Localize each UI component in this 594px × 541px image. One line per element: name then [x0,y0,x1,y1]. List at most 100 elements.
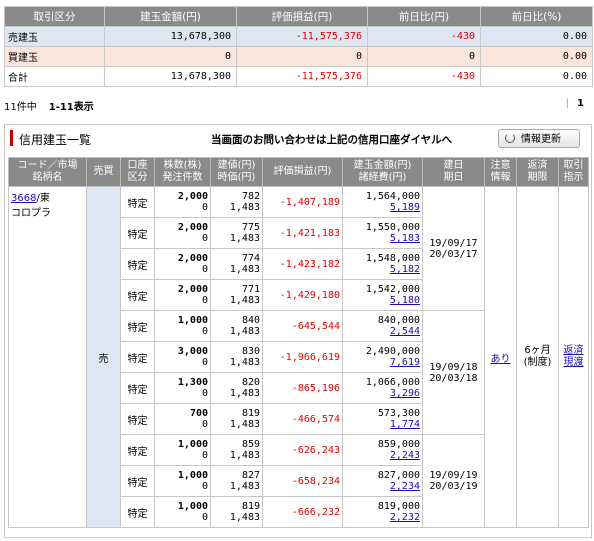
position-amount: 1,550,000 [365,222,420,233]
header-side-l1: 売買 [93,166,114,177]
quantity: 3,000 [177,346,208,357]
quantity: 2,000 [177,222,208,233]
amount-cell: 1,066,000 3,296 [342,372,423,404]
quantity: 1,000 [177,315,208,326]
expense-link[interactable]: 5,189 [390,202,420,213]
amount-cell: 1,550,000 5,183 [342,217,423,249]
pager-current-page[interactable]: 1 [577,98,584,109]
unrealized-pl: -466,574 [262,403,343,435]
order-count: 0 [201,388,208,399]
date-group: 19/09/19 20/03/19 [422,434,485,528]
due-date: 20/03/19 [429,481,478,492]
quantity: 2,000 [177,253,208,264]
summary-label: 合計 [4,66,105,87]
expense-link[interactable]: 3,296 [390,388,420,399]
detail-header-row: コード／市場 銘柄名 売買 口座 区分 株数(株) 発注件数 建値(円) 時価(円) 評… [8,157,589,187]
expense-link[interactable]: 5,180 [390,295,420,306]
expense-link[interactable]: 2,232 [390,512,420,523]
summary-label: 売建玉 [4,26,105,47]
price-cell: 840 1,483 [210,310,263,342]
price-cell: 830 1,483 [210,341,263,373]
stock-cell: 3668/東 コロプラ [8,186,87,528]
unrealized-pl: -1,966,619 [262,341,343,373]
repay-link[interactable]: 返済 [564,345,584,356]
header-pl: 評価損益(円) [262,157,343,187]
account-type: 特定 [120,434,155,466]
expense-link[interactable]: 2,234 [390,481,420,492]
delivery-link[interactable]: 現渡 [564,357,584,368]
qty-cell: 2,000 0 [154,248,211,280]
header-price: 建値(円) 時価(円) [210,157,263,187]
price-cell: 819 1,483 [210,496,263,528]
header-caution: 注意 情報 [484,157,517,187]
summary-pl: -11,575,376 [236,66,368,87]
summary-header-pct: 前日比(%) [480,6,593,27]
header-acct-l1: 口座 [127,160,148,171]
panel-header: 信用建玉一覧 当画面のお問い合わせは上記の信用口座ダイヤルへ 情報更新 [5,125,591,154]
expense-link[interactable]: 5,183 [390,233,420,244]
qty-cell: 1,000 0 [154,465,211,497]
qty-cell: 700 0 [154,403,211,435]
caution-link[interactable]: あり [491,354,511,365]
unrealized-pl: -1,407,189 [262,186,343,218]
qty-cell: 1,000 0 [154,496,211,528]
expense-link[interactable]: 1,774 [390,419,420,430]
margin-position-panel: 信用建玉一覧 当画面のお問い合わせは上記の信用口座ダイヤルへ 情報更新 コード／… [4,124,592,538]
amount-cell: 859,000 2,243 [342,434,423,466]
order-count: 0 [201,512,208,523]
entry-price: 830 [241,346,260,357]
amount-cell: 819,000 2,232 [342,496,423,528]
refresh-button-label: 情報更新 [521,134,561,145]
position-amount: 819,000 [377,501,420,512]
position-amount: 840,000 [377,315,420,326]
price-cell: 819 1,483 [210,403,263,435]
action-cell: 返済 現渡 [558,186,589,528]
header-acct-l2: 区分 [127,172,148,183]
refresh-button[interactable]: 情報更新 [498,129,580,148]
header-amount-l1: 建玉金額(円) [353,160,412,171]
summary-diff: -430 [367,26,481,47]
price-cell: 859 1,483 [210,434,263,466]
quantity: 1,000 [177,439,208,450]
summary-label: 買建玉 [4,46,105,67]
account-type: 特定 [120,248,155,280]
quantity: 1,000 [177,470,208,481]
expense-link[interactable]: 7,619 [390,357,420,368]
summary-amount: 0 [104,46,237,67]
expense-link[interactable]: 5,182 [390,264,420,275]
order-count: 0 [201,419,208,430]
entry-price: 774 [241,253,260,264]
header-qty-l1: 株数(株) [163,160,202,171]
entry-price: 859 [241,439,260,450]
order-count: 0 [201,264,208,275]
account-type: 特定 [120,279,155,311]
due-date: 20/03/18 [429,372,478,384]
expense-link[interactable]: 2,544 [390,326,420,337]
header-qty: 株数(株) 発注件数 [154,157,211,187]
summary-diff: -430 [367,66,481,87]
build-date: 19/09/17 [429,237,478,249]
qty-cell: 1,000 0 [154,310,211,342]
result-count: 11件中 [4,102,37,113]
order-count: 0 [201,326,208,337]
market-price: 1,483 [229,481,260,492]
qty-cell: 2,000 0 [154,186,211,218]
header-action-l2: 指示 [563,172,584,183]
account-type: 特定 [120,217,155,249]
header-action-l1: 取引 [563,160,584,171]
order-count: 0 [201,295,208,306]
summary-header-type: 取引区分 [4,6,105,27]
market-price: 1,483 [229,388,260,399]
expense-link[interactable]: 2,243 [390,450,420,461]
market-price: 1,483 [229,233,260,244]
quantity: 1,300 [177,377,208,388]
stock-code-link[interactable]: 3668 [11,193,36,204]
date-group: 19/09/17 20/03/17 [422,186,485,311]
account-type: 特定 [120,341,155,373]
header-caution-l1: 注意 [490,160,511,171]
position-amount: 1,564,000 [365,191,420,202]
entry-price: 819 [241,408,260,419]
amount-cell: 2,490,000 7,619 [342,341,423,373]
price-cell: 820 1,483 [210,372,263,404]
summary-header-row: 取引区分 建玉金額(円) 評価損益(円) 前日比(円) 前日比(%) [4,6,593,27]
